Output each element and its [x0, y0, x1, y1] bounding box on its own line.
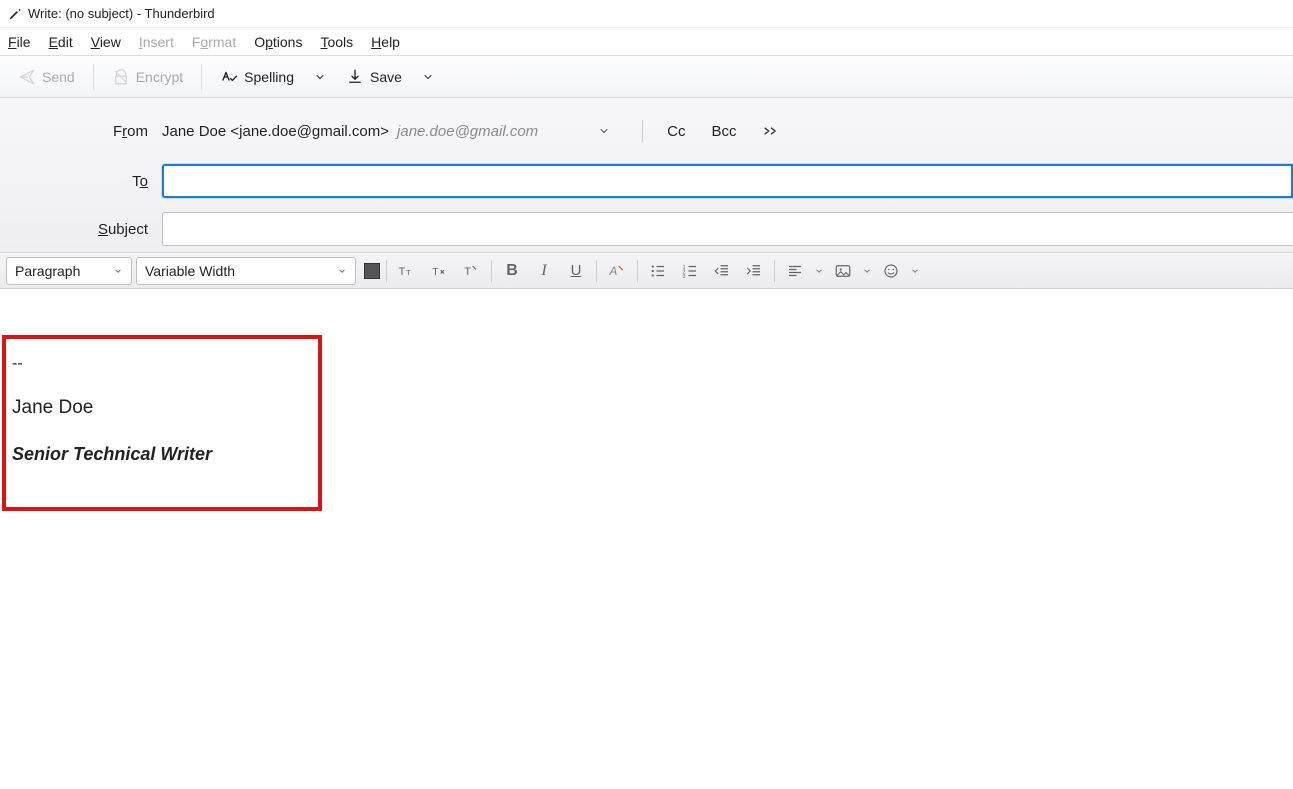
indent-button[interactable] [740, 257, 768, 285]
svg-text:T: T [406, 268, 411, 277]
subject-row: Subject [0, 208, 1293, 250]
save-label: Save [370, 69, 402, 85]
font-family-value: Variable Width [145, 263, 235, 279]
separator [386, 260, 387, 282]
spelling-dropdown[interactable] [308, 62, 332, 92]
remove-text-styling-button[interactable]: A [603, 257, 631, 285]
toolbar-separator [201, 64, 202, 90]
underline-button[interactable]: U [562, 257, 590, 285]
menu-insert: Insert [139, 34, 174, 50]
to-row: To [0, 160, 1293, 202]
separator [637, 260, 638, 282]
menu-options[interactable]: Options [254, 34, 302, 50]
send-button: Send [8, 62, 85, 92]
svg-text:T: T [464, 266, 471, 278]
svg-text:A: A [609, 265, 618, 278]
signature-highlight: -- Jane Doe Senior Technical Writer [2, 335, 322, 511]
encrypt-button: Encrypt [102, 62, 193, 92]
save-dropdown[interactable] [416, 62, 440, 92]
menu-edit[interactable]: Edit [49, 34, 73, 50]
insert-image-dropdown[interactable] [861, 257, 873, 285]
menu-tools[interactable]: Tools [320, 34, 353, 50]
menu-file[interactable]: File [8, 34, 31, 50]
subject-input[interactable] [162, 212, 1293, 246]
send-label: Send [42, 69, 75, 85]
font-family-dropdown[interactable]: Variable Width [136, 257, 356, 285]
font-size-decrease-button[interactable]: T [425, 257, 453, 285]
menu-bar: File Edit View Insert Format Options Too… [0, 28, 1293, 56]
addressing-area: From Jane Doe <jane.doe@gmail.com> jane.… [0, 98, 1293, 253]
from-identity[interactable]: Jane Doe <jane.doe@gmail.com> [162, 123, 389, 140]
signature-name: Jane Doe [12, 395, 310, 422]
signature-separator: -- [12, 353, 310, 375]
spelling-icon [220, 68, 238, 86]
save-button[interactable]: Save [336, 62, 412, 92]
remove-formatting-button[interactable]: T [457, 257, 485, 285]
emoji-button[interactable] [877, 257, 905, 285]
font-size-increase-button[interactable]: TT [393, 257, 421, 285]
spelling-button[interactable]: Spelling [210, 62, 304, 92]
toolbar-separator [93, 64, 94, 90]
cc-button[interactable]: Cc [667, 123, 685, 140]
spelling-label: Spelling [244, 69, 294, 85]
italic-button[interactable]: I [530, 257, 558, 285]
to-label: To [0, 173, 162, 190]
paragraph-style-dropdown[interactable]: Paragraph [6, 257, 132, 285]
svg-text:T: T [399, 266, 406, 278]
paragraph-style-value: Paragraph [15, 263, 80, 279]
outdent-button[interactable] [708, 257, 736, 285]
message-body[interactable]: -- Jane Doe Senior Technical Writer [0, 289, 1293, 789]
menu-view[interactable]: View [91, 34, 121, 50]
signature-title: Senior Technical Writer [12, 442, 310, 467]
more-recipients-button[interactable] [763, 124, 783, 138]
from-label: From [0, 123, 162, 140]
from-email-grey: jane.doe@gmail.com [397, 123, 538, 140]
separator [774, 260, 775, 282]
format-toolbar: Paragraph Variable Width TT T T B I U A … [0, 253, 1293, 289]
encrypt-icon [112, 68, 130, 86]
align-button[interactable] [781, 257, 809, 285]
numbered-list-button[interactable]: 123 [676, 257, 704, 285]
compose-toolbar: Send Encrypt Spelling Save [0, 56, 1293, 98]
window-title: Write: (no subject) - Thunderbird [28, 6, 215, 21]
separator [491, 260, 492, 282]
text-color-button[interactable] [364, 263, 380, 279]
menu-help[interactable]: Help [371, 34, 400, 50]
send-icon [18, 68, 36, 86]
bold-button[interactable]: B [498, 257, 526, 285]
emoji-dropdown[interactable] [909, 257, 921, 285]
insert-image-button[interactable] [829, 257, 857, 285]
from-dropdown[interactable] [590, 119, 618, 143]
subject-label: Subject [0, 221, 162, 238]
svg-text:T: T [432, 267, 438, 278]
from-row: From Jane Doe <jane.doe@gmail.com> jane.… [0, 110, 1293, 152]
save-icon [346, 68, 364, 86]
pen-icon [8, 7, 22, 21]
bullet-list-button[interactable] [644, 257, 672, 285]
separator [642, 120, 643, 142]
encrypt-label: Encrypt [136, 69, 183, 85]
title-bar: Write: (no subject) - Thunderbird [0, 0, 1293, 28]
bcc-button[interactable]: Bcc [712, 123, 737, 140]
menu-format: Format [192, 34, 236, 50]
align-dropdown[interactable] [813, 257, 825, 285]
separator [596, 260, 597, 282]
to-input[interactable] [162, 164, 1293, 198]
svg-text:3: 3 [683, 273, 686, 279]
